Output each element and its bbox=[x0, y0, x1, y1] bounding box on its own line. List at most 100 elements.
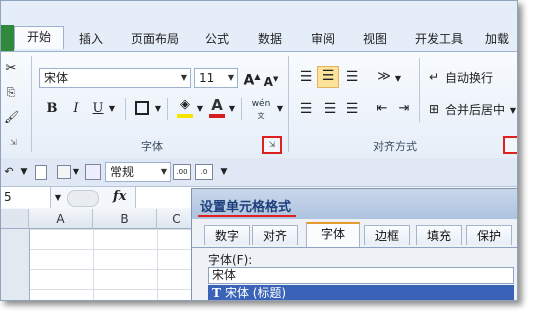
decrease-indent-icon[interactable]: ⇤ bbox=[373, 100, 391, 118]
cut-icon[interactable]: ✂ bbox=[4, 60, 18, 78]
formula-divider-handle[interactable] bbox=[67, 190, 99, 207]
chevron-down-icon[interactable]: ▼ bbox=[195, 100, 205, 118]
increase-indent-icon[interactable]: ⇥ bbox=[395, 100, 413, 118]
file-tab-edge[interactable] bbox=[1, 25, 14, 51]
font-size-combo[interactable]: 11 ▼ bbox=[194, 68, 238, 88]
italic-button[interactable]: I bbox=[69, 100, 83, 118]
font-group-label: 字体 bbox=[141, 140, 163, 153]
undo-icon[interactable]: ↶ bbox=[3, 163, 15, 181]
group-separator bbox=[241, 98, 242, 120]
chevron-down-icon[interactable]: ▼ bbox=[71, 163, 81, 181]
chevron-down-icon[interactable]: ▼ bbox=[227, 100, 237, 118]
chevron-down-icon[interactable]: ▼ bbox=[275, 100, 285, 118]
insert-function-icon[interactable]: fx bbox=[113, 189, 126, 204]
quick-access-toolbar: ↶ ▼ ▼ 常规 ▼ .00 .0 ▼ bbox=[1, 158, 517, 186]
column-header-b[interactable]: B bbox=[93, 209, 157, 229]
font-color-swatch bbox=[209, 114, 225, 118]
row-header-strip[interactable] bbox=[1, 229, 30, 300]
decrease-decimal-icon[interactable]: .0 bbox=[195, 164, 213, 180]
customize-qat-icon[interactable]: ▼ bbox=[219, 163, 229, 181]
worksheet-cells[interactable] bbox=[1, 229, 197, 300]
format-cells-dialog: 设置单元格格式 数字 对齐 字体 边框 填充 保护 字体(F): 宋体 T 宋体 … bbox=[191, 188, 517, 300]
tab-insert[interactable]: 插入 bbox=[73, 29, 109, 49]
tab-page-layout[interactable]: 页面布局 bbox=[125, 29, 185, 49]
font-name-combo[interactable]: 宋体 ▼ bbox=[39, 68, 191, 88]
truetype-font-icon: T bbox=[212, 286, 221, 300]
align-right-icon[interactable]: ☰ bbox=[343, 100, 361, 118]
screenshot-canvas: 开始 插入 页面布局 公式 数据 审阅 视图 开发工具 加载 ✂ ⎘ 🖌 ⇲ 宋… bbox=[0, 0, 536, 319]
number-format-value: 常规 bbox=[110, 165, 135, 179]
dialog-title: 设置单元格格式 bbox=[200, 200, 292, 215]
tab-developer[interactable]: 开发工具 bbox=[409, 29, 469, 49]
font-color-icon[interactable]: A bbox=[209, 96, 225, 114]
ribbon-tab-row: 开始 插入 页面布局 公式 数据 审阅 视图 开发工具 加载 bbox=[1, 1, 517, 51]
format-painter-icon[interactable]: 🖌 bbox=[4, 108, 19, 126]
clipboard-launcher-icon[interactable]: ⇲ bbox=[10, 138, 17, 147]
chevron-down-icon[interactable]: ▼ bbox=[161, 163, 167, 181]
align-center-icon[interactable]: ☰ bbox=[321, 100, 339, 118]
align-middle-icon[interactable]: ☰ bbox=[317, 66, 339, 88]
copy-icon[interactable]: ⎘ bbox=[4, 84, 18, 102]
new-document-icon[interactable] bbox=[35, 165, 47, 180]
tab-number[interactable]: 数字 bbox=[204, 225, 250, 245]
name-box[interactable]: 5 bbox=[1, 187, 51, 208]
alignment-dialog-launcher-icon[interactable] bbox=[503, 136, 517, 154]
column-header-a[interactable]: A bbox=[29, 209, 93, 229]
tab-data[interactable]: 数据 bbox=[252, 29, 288, 49]
grow-font-button[interactable]: A▲ bbox=[243, 68, 261, 90]
align-bottom-icon[interactable]: ☰ bbox=[343, 68, 361, 86]
tab-border[interactable]: 边框 bbox=[364, 225, 410, 245]
orientation-icon[interactable]: ≫ bbox=[373, 68, 395, 86]
tab-addins[interactable]: 加载 bbox=[485, 29, 517, 49]
tab-home[interactable]: 开始 bbox=[14, 26, 64, 49]
ribbon-home: ✂ ⎘ 🖌 ⇲ 宋体 ▼ 11 ▼ A▲ A▼ B I U ▼ ▼ ◈ ▼ A … bbox=[1, 51, 517, 159]
select-all-corner[interactable] bbox=[1, 209, 29, 229]
fill-color-icon[interactable]: ◈ bbox=[177, 96, 193, 114]
wrap-text-icon[interactable]: ↵ bbox=[427, 68, 441, 86]
underline-button[interactable]: U bbox=[91, 100, 105, 118]
chevron-down-icon[interactable]: ▼ bbox=[19, 163, 29, 181]
font-list-selected-item[interactable]: T 宋体 (标题) bbox=[208, 285, 514, 300]
chevron-down-icon[interactable]: ▼ bbox=[53, 189, 63, 207]
chevron-down-icon[interactable]: ▼ bbox=[228, 69, 234, 87]
chevron-down-icon[interactable]: ▼ bbox=[107, 100, 117, 118]
group-separator bbox=[167, 98, 168, 120]
merge-center-icon[interactable]: ⊞ bbox=[427, 100, 441, 118]
tab-view[interactable]: 视图 bbox=[357, 29, 393, 49]
font-name-value: 宋体 bbox=[44, 71, 69, 85]
excel-window: 开始 插入 页面布局 公式 数据 审阅 视图 开发工具 加载 ✂ ⎘ 🖌 ⇲ 宋… bbox=[0, 0, 518, 301]
chevron-down-icon[interactable]: ▼ bbox=[181, 69, 187, 87]
alignment-group-label: 对齐方式 bbox=[373, 140, 417, 153]
dialog-titlebar[interactable]: 设置单元格格式 bbox=[192, 189, 517, 219]
group-separator bbox=[125, 98, 126, 120]
open-icon[interactable] bbox=[57, 165, 71, 179]
tab-protection[interactable]: 保护 bbox=[466, 225, 512, 245]
chevron-down-icon[interactable]: ▼ bbox=[153, 100, 163, 118]
align-top-icon[interactable]: ☰ bbox=[297, 68, 315, 86]
font-size-value: 11 bbox=[199, 71, 215, 85]
phonetic-guide-button[interactable]: wén 文 bbox=[249, 98, 273, 122]
borders-icon[interactable] bbox=[135, 101, 149, 115]
tab-formulas[interactable]: 公式 bbox=[199, 29, 235, 49]
formula-input[interactable] bbox=[135, 187, 196, 208]
print-preview-icon[interactable] bbox=[85, 164, 101, 180]
tab-alignment[interactable]: 对齐 bbox=[252, 225, 298, 245]
title-underline-annotation bbox=[198, 215, 296, 217]
tab-fill[interactable]: 填充 bbox=[416, 225, 462, 245]
dialog-tab-row: 数字 对齐 字体 边框 填充 保护 bbox=[192, 219, 517, 248]
shrink-font-button[interactable]: A▼ bbox=[263, 70, 279, 91]
wrap-text-button[interactable]: 自动换行 bbox=[445, 69, 493, 86]
chevron-down-icon[interactable]: ▼ bbox=[393, 70, 403, 88]
chevron-down-icon[interactable]: ▼ bbox=[509, 102, 517, 120]
fill-color-swatch bbox=[177, 114, 193, 118]
font-name-input[interactable]: 宋体 bbox=[208, 267, 514, 284]
group-separator bbox=[288, 56, 289, 152]
align-left-icon[interactable]: ☰ bbox=[297, 100, 315, 118]
increase-decimal-icon[interactable]: .00 bbox=[173, 164, 191, 180]
font-dialog-launcher-icon[interactable]: ⇲ bbox=[262, 136, 282, 154]
number-format-combo[interactable]: 常规 ▼ bbox=[105, 162, 171, 182]
tab-font[interactable]: 字体 bbox=[306, 222, 360, 247]
bold-button[interactable]: B bbox=[45, 100, 59, 118]
merge-center-button[interactable]: 合并后居中 bbox=[445, 101, 505, 118]
tab-review[interactable]: 审阅 bbox=[305, 29, 341, 49]
